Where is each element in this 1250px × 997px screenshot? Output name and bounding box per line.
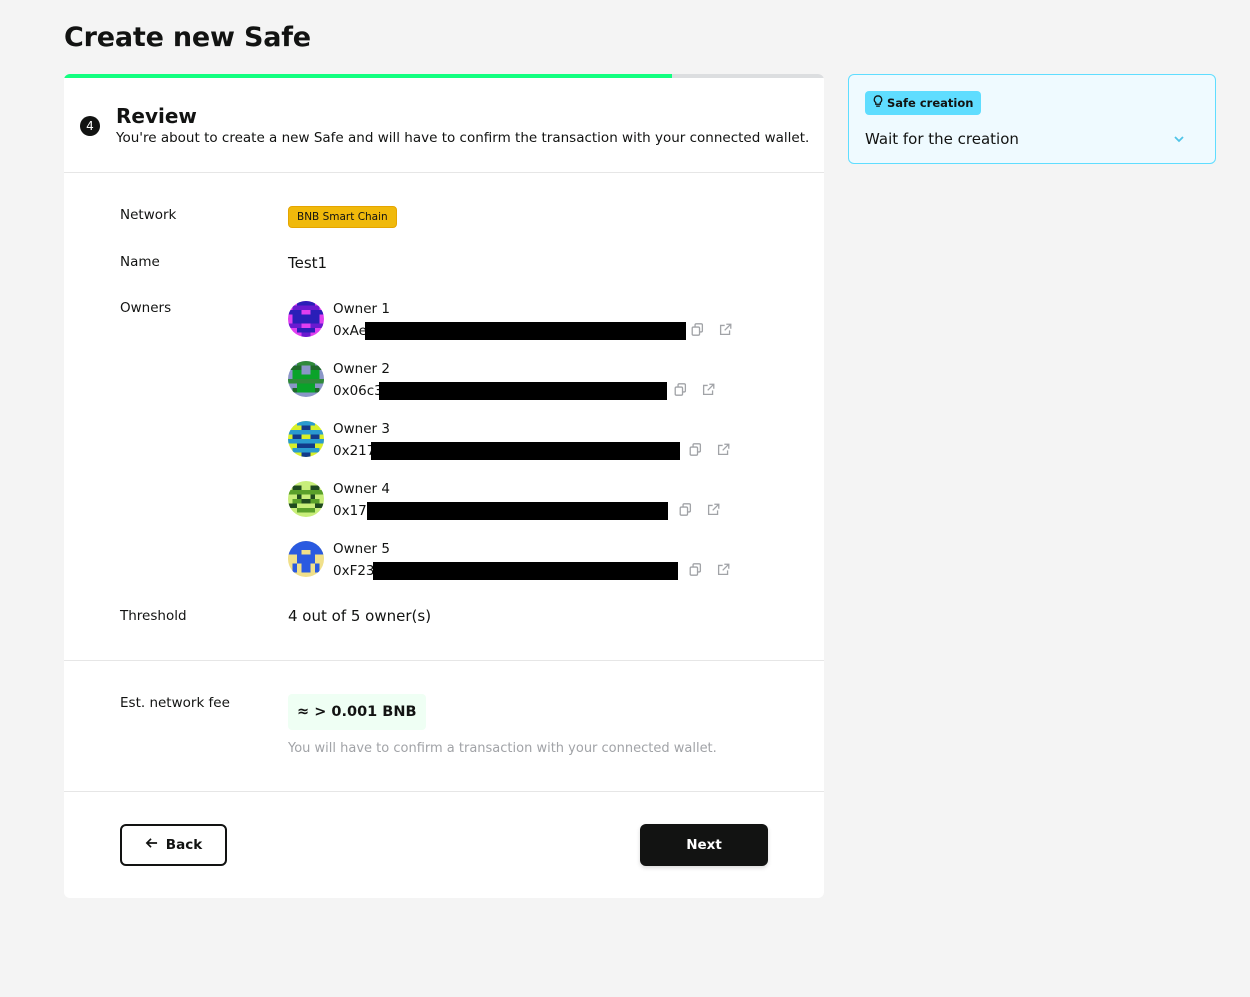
status-chip-label: Safe creation xyxy=(887,96,974,110)
progress-bar xyxy=(64,74,824,78)
status-chip: Safe creation xyxy=(865,91,982,115)
external-link-icon[interactable] xyxy=(717,321,733,337)
external-link-icon[interactable] xyxy=(705,501,721,517)
chevron-down-icon[interactable] xyxy=(1171,131,1187,147)
name-label: Name xyxy=(120,254,160,270)
redacted-address xyxy=(365,322,686,340)
back-button-label: Back xyxy=(165,837,203,853)
step-title: Review xyxy=(116,104,197,128)
owner-row: Owner 3 0x217 xyxy=(288,421,748,467)
redacted-address xyxy=(373,562,678,580)
copy-icon[interactable] xyxy=(687,561,703,577)
next-button-label: Next xyxy=(686,837,722,853)
arrow-left-icon xyxy=(145,837,158,853)
owner-name: Owner 1 xyxy=(333,301,390,317)
owner-address: 0xF23 xyxy=(333,563,375,579)
redacted-address xyxy=(379,382,667,400)
owner-avatar xyxy=(288,361,324,397)
owner-name: Owner 2 xyxy=(333,361,390,377)
safe-name-value: Test1 xyxy=(288,254,328,272)
copy-icon[interactable] xyxy=(677,501,693,517)
divider xyxy=(64,172,824,173)
divider xyxy=(64,791,824,792)
fee-label: Est. network fee xyxy=(120,695,230,711)
fee-value: ≈ > 0.001 BNB xyxy=(288,694,426,730)
owner-avatar xyxy=(288,481,324,517)
lightbulb-icon xyxy=(872,95,884,111)
owner-name: Owner 5 xyxy=(333,541,390,557)
network-chip: BNB Smart Chain xyxy=(288,206,397,228)
owner-address: 0xAe xyxy=(333,323,367,339)
threshold-label: Threshold xyxy=(120,608,187,624)
owner-avatar xyxy=(288,541,324,577)
copy-icon[interactable] xyxy=(687,441,703,457)
owner-address: 0x217 xyxy=(333,443,376,459)
owners-label: Owners xyxy=(120,300,172,316)
network-label: Network xyxy=(120,207,177,223)
status-text: Wait for the creation xyxy=(865,130,1019,148)
progress-fill xyxy=(64,74,672,78)
step-number-badge: 4 xyxy=(80,116,100,136)
page-title: Create new Safe xyxy=(64,22,311,53)
external-link-icon[interactable] xyxy=(715,561,731,577)
owner-row: Owner 1 0xAe xyxy=(288,301,748,347)
back-button[interactable]: Back xyxy=(120,824,227,866)
external-link-icon[interactable] xyxy=(700,381,716,397)
review-card: 4 Review You're about to create a new Sa… xyxy=(64,74,824,898)
copy-icon[interactable] xyxy=(689,321,705,337)
fee-hint: You will have to confirm a transaction w… xyxy=(288,741,717,756)
step-subtitle: You're about to create a new Safe and wi… xyxy=(116,130,810,146)
owner-row: Owner 2 0x06c3 xyxy=(288,361,748,407)
threshold-value: 4 out of 5 owner(s) xyxy=(288,607,432,625)
external-link-icon[interactable] xyxy=(715,441,731,457)
owner-row: Owner 5 0xF23 xyxy=(288,541,748,587)
copy-icon[interactable] xyxy=(672,381,688,397)
redacted-address xyxy=(367,502,668,520)
owner-address: 0x06c3 xyxy=(333,383,383,399)
divider xyxy=(64,660,824,661)
owner-avatar xyxy=(288,301,324,337)
owner-avatar xyxy=(288,421,324,457)
status-widget[interactable]: Safe creation Wait for the creation xyxy=(848,74,1216,164)
owner-name: Owner 3 xyxy=(333,421,390,437)
next-button[interactable]: Next xyxy=(640,824,768,866)
owner-name: Owner 4 xyxy=(333,481,390,497)
owner-row: Owner 4 0x177 xyxy=(288,481,748,527)
redacted-address xyxy=(371,442,680,460)
